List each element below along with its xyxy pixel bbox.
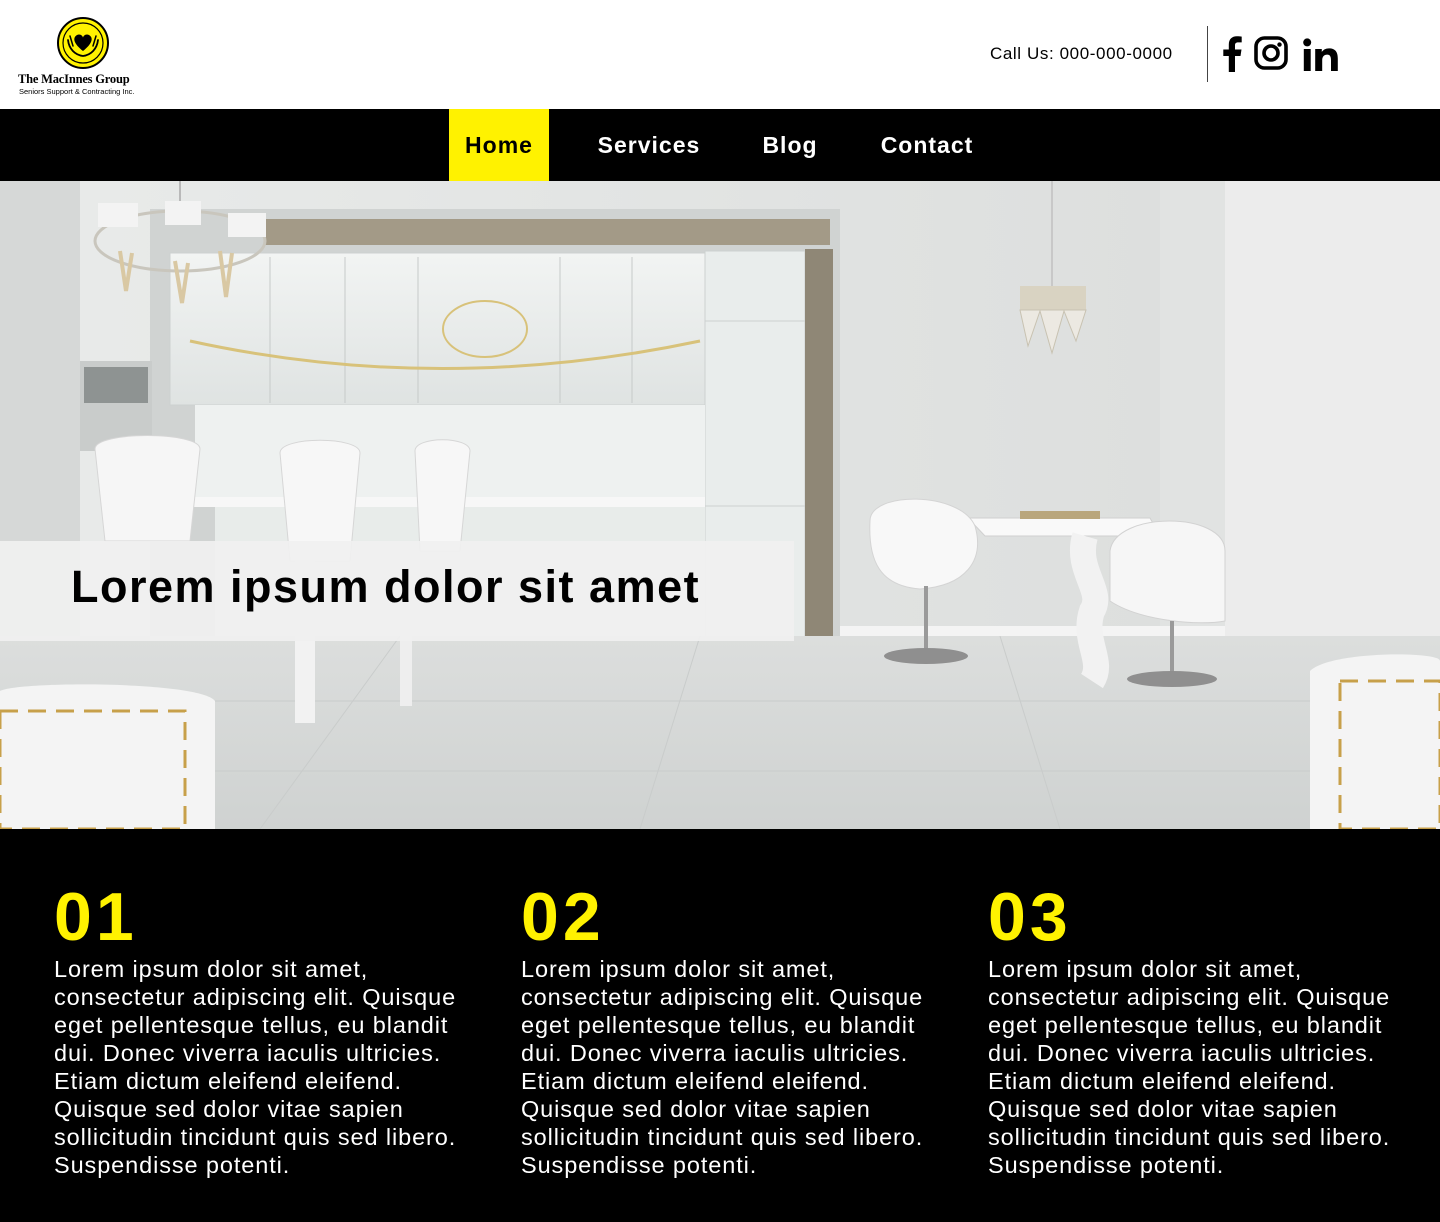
brand-logo[interactable]: The MacInnes Group Seniors Support & Con… [18, 16, 150, 98]
main-nav: Home Services Blog Contact [0, 109, 1440, 187]
hero-title: Lorem ipsum dolor sit amet [71, 561, 701, 612]
feature-text: Lorem ipsum dolor sit amet, consectetur … [54, 956, 457, 1178]
hero-section: Lorem ipsum dolor sit amet [0, 181, 1440, 829]
site-header: The MacInnes Group Seniors Support & Con… [0, 0, 1440, 109]
nav-item-contact[interactable]: Contact [872, 109, 982, 181]
feature-card: 03 Lorem ipsum dolor sit amet, consectet… [988, 879, 1398, 1179]
facebook-icon[interactable] [1222, 36, 1242, 74]
hero-image [0, 181, 1440, 829]
feature-number: 03 [988, 879, 1072, 955]
brand-tagline: Seniors Support & Contracting Inc. [19, 87, 135, 96]
nav-item-blog[interactable]: Blog [752, 109, 828, 181]
nav-item-home[interactable]: Home [449, 109, 549, 187]
linkedin-icon[interactable] [1303, 38, 1339, 76]
nav-item-services[interactable]: Services [590, 109, 708, 181]
hands-holding-heart-icon [56, 16, 110, 70]
phone-contact[interactable]: Call Us: 000-000-0000 [990, 44, 1173, 64]
feature-number: 02 [521, 879, 605, 955]
header-divider [1207, 26, 1208, 82]
hero-banner: Lorem ipsum dolor sit amet [0, 541, 794, 641]
features-section: 01 Lorem ipsum dolor sit amet, consectet… [0, 829, 1440, 1222]
feature-text: Lorem ipsum dolor sit amet, consectetur … [521, 956, 924, 1178]
feature-card: 02 Lorem ipsum dolor sit amet, consectet… [521, 879, 931, 1179]
feature-card: 01 Lorem ipsum dolor sit amet, consectet… [54, 879, 464, 1179]
brand-name: The MacInnes Group [18, 72, 130, 86]
instagram-icon[interactable] [1254, 36, 1288, 74]
feature-number: 01 [54, 879, 138, 955]
feature-text: Lorem ipsum dolor sit amet, consectetur … [988, 956, 1391, 1178]
